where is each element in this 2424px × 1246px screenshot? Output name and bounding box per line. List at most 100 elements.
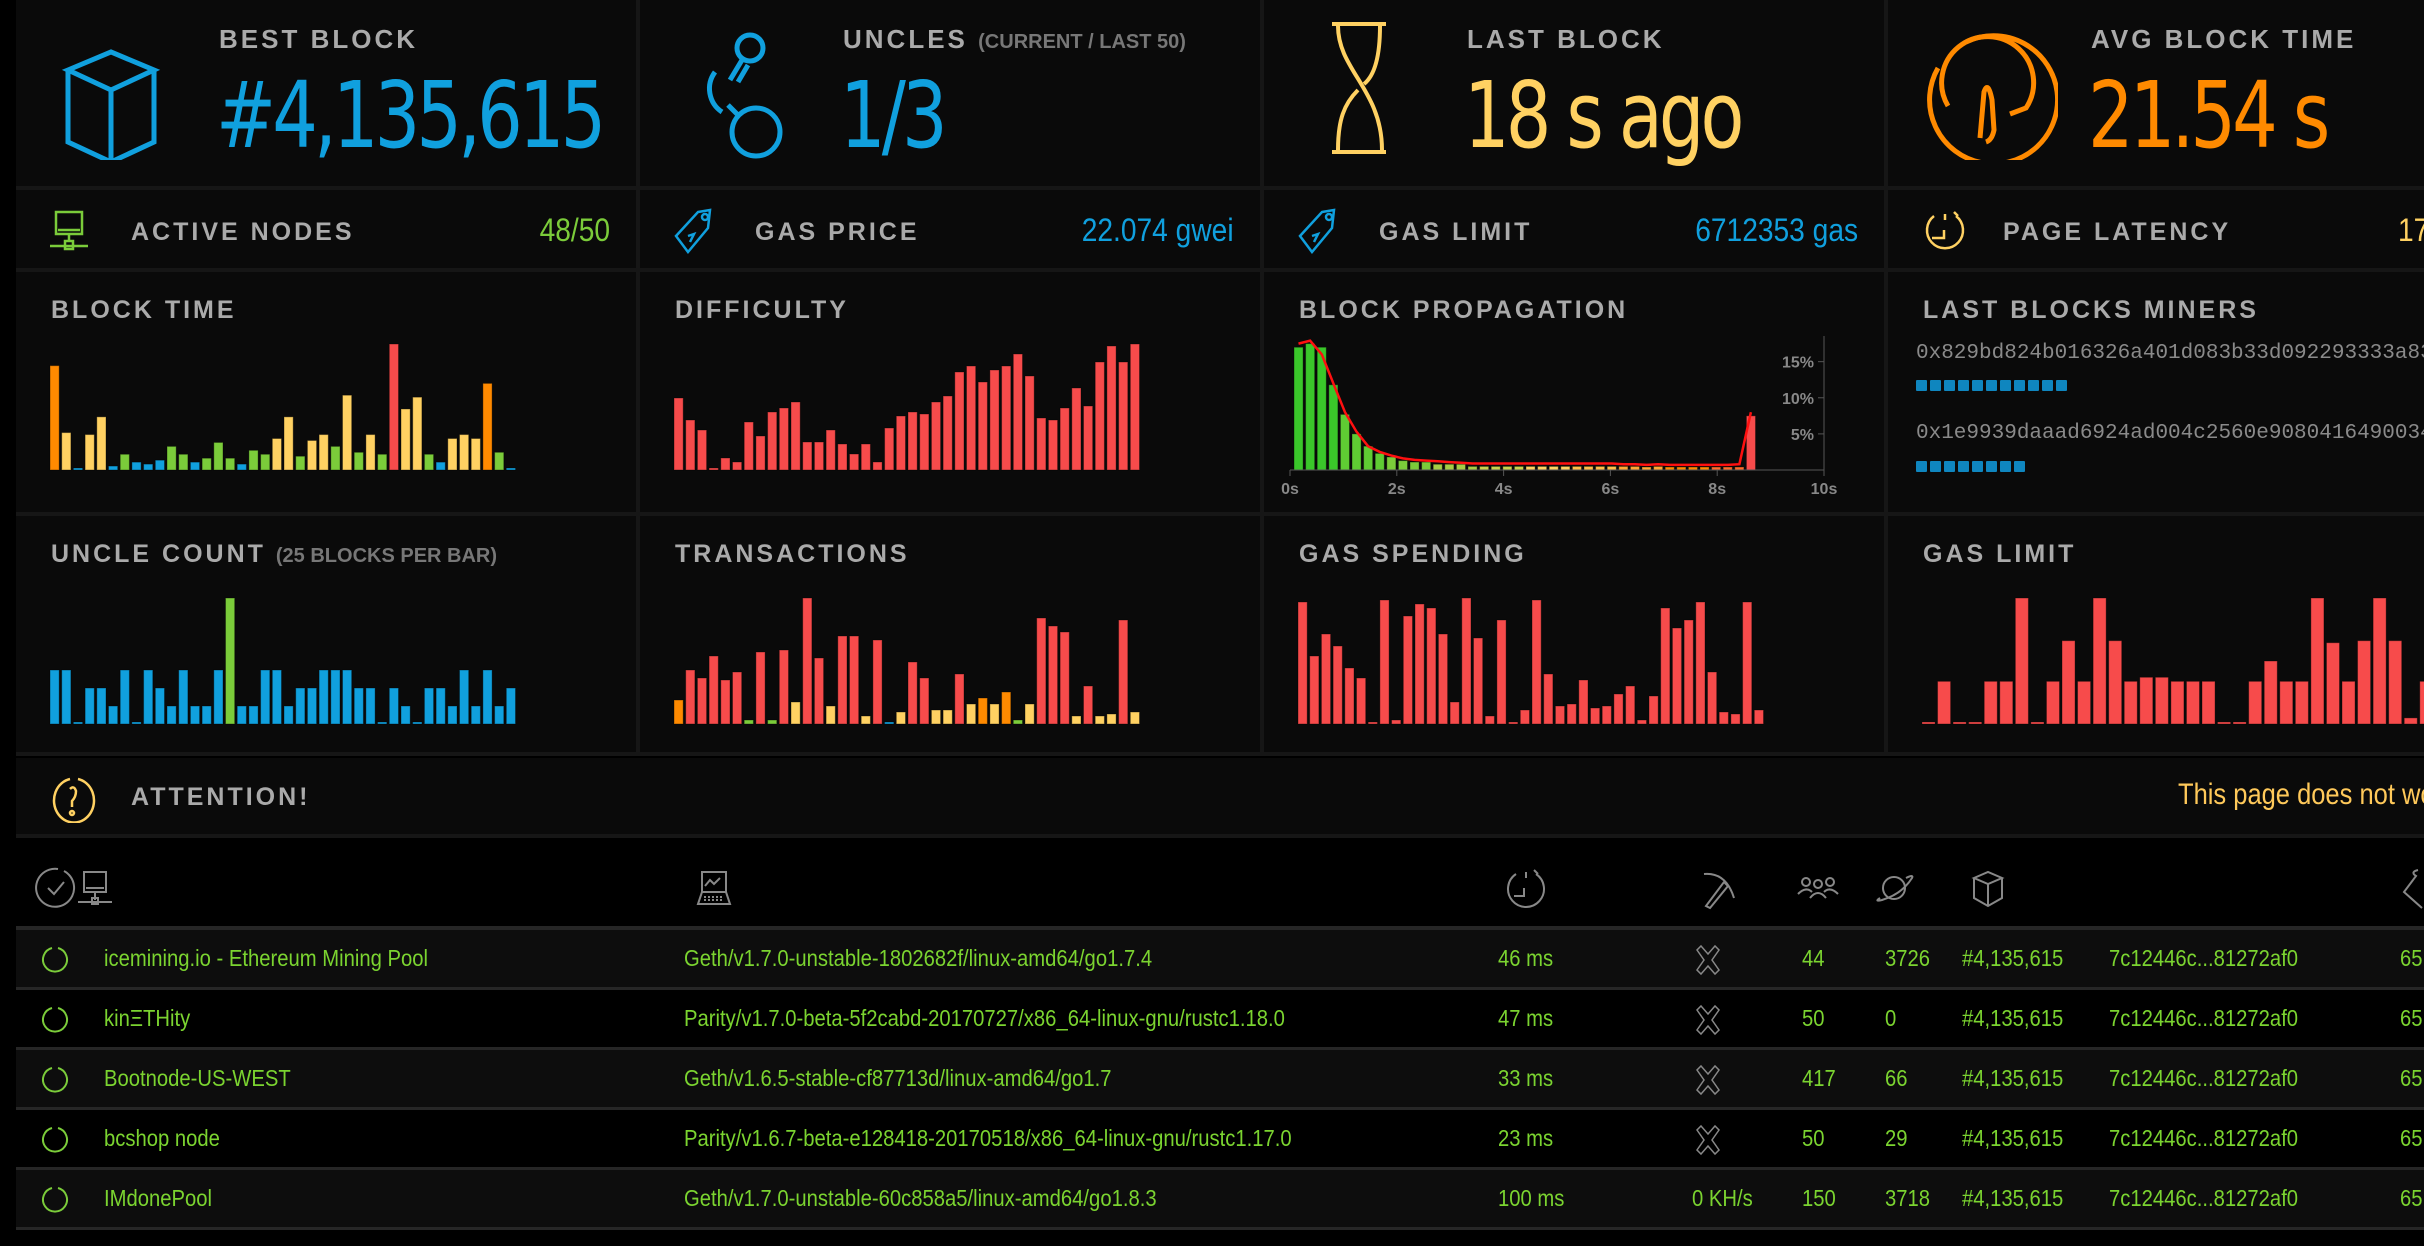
bar[interactable] xyxy=(1059,407,1070,471)
bar[interactable] xyxy=(400,408,411,471)
bar[interactable] xyxy=(1332,645,1343,725)
bar[interactable] xyxy=(154,687,166,725)
bar[interactable] xyxy=(1578,679,1589,725)
bar[interactable] xyxy=(143,463,154,471)
bar[interactable] xyxy=(919,413,930,471)
bar[interactable] xyxy=(459,434,470,471)
bar[interactable] xyxy=(482,669,493,725)
bar[interactable] xyxy=(494,705,505,725)
bar[interactable] xyxy=(400,705,411,725)
bar[interactable] xyxy=(225,597,236,725)
bar[interactable] xyxy=(459,669,470,725)
bar[interactable] xyxy=(930,709,942,725)
bar[interactable] xyxy=(977,697,988,725)
bar[interactable] xyxy=(2403,717,2418,725)
bar[interactable] xyxy=(178,669,189,725)
bar[interactable] xyxy=(1118,619,1129,725)
bar[interactable] xyxy=(930,401,942,471)
bar[interactable] xyxy=(1618,465,1629,471)
bar[interactable] xyxy=(907,661,918,725)
bar[interactable] xyxy=(271,669,282,725)
bar[interactable] xyxy=(1414,603,1425,725)
bar[interactable] xyxy=(1467,465,1478,471)
bar[interactable] xyxy=(1432,463,1443,471)
bar[interactable] xyxy=(837,635,848,725)
bar[interactable] xyxy=(860,443,871,471)
bar[interactable] xyxy=(2123,680,2138,725)
bar[interactable] xyxy=(1012,719,1023,725)
bar[interactable] xyxy=(2310,597,2325,725)
bar[interactable] xyxy=(178,453,189,471)
bar[interactable] xyxy=(201,457,212,471)
bar[interactable] xyxy=(685,419,696,471)
bar[interactable] xyxy=(342,394,353,471)
bar[interactable] xyxy=(295,455,306,471)
bar[interactable] xyxy=(295,687,306,725)
bar[interactable] xyxy=(96,687,107,725)
bar[interactable] xyxy=(1999,680,2014,725)
bar[interactable] xyxy=(1508,721,1519,725)
bar[interactable] xyxy=(884,427,895,471)
bar[interactable] xyxy=(1437,633,1449,725)
bar[interactable] xyxy=(388,343,399,471)
bar[interactable] xyxy=(166,705,177,725)
bar[interactable] xyxy=(2185,680,2201,725)
bar[interactable] xyxy=(1921,721,1936,725)
bar[interactable] xyxy=(743,719,754,725)
bar[interactable] xyxy=(942,709,953,725)
bar[interactable] xyxy=(1571,465,1582,471)
bar[interactable] xyxy=(778,407,790,471)
bar[interactable] xyxy=(708,467,719,471)
bar[interactable] xyxy=(2294,680,2309,725)
bar[interactable] xyxy=(1496,619,1507,725)
bar[interactable] xyxy=(342,669,353,725)
bar[interactable] xyxy=(119,453,130,471)
bar[interactable] xyxy=(1543,673,1554,725)
bar[interactable] xyxy=(1106,713,1117,725)
laptop-icon[interactable] xyxy=(692,866,736,910)
bar[interactable] xyxy=(1339,413,1351,471)
bar[interactable] xyxy=(61,669,72,725)
bar[interactable] xyxy=(1444,463,1455,471)
bar[interactable] xyxy=(1537,465,1548,471)
bar[interactable] xyxy=(1653,465,1664,471)
bar[interactable] xyxy=(1402,615,1414,725)
bar[interactable] xyxy=(1461,597,1472,725)
bar[interactable] xyxy=(2201,680,2216,725)
miner-address[interactable]: 0x1e9939daaad6924ad004c2560e908041649003… xyxy=(1916,422,2424,445)
node-name[interactable]: bcshop node xyxy=(104,1125,220,1152)
bar[interactable] xyxy=(1367,721,1378,725)
node-name[interactable]: kinΞTHity xyxy=(104,1005,190,1032)
bar[interactable] xyxy=(2248,680,2263,725)
stopwatch-icon[interactable] xyxy=(1502,866,1546,910)
bar[interactable] xyxy=(423,687,435,725)
bar[interactable] xyxy=(1531,599,1542,725)
bar[interactable] xyxy=(1519,709,1530,725)
bar[interactable] xyxy=(732,671,743,725)
bar[interactable] xyxy=(1024,375,1035,471)
bar[interactable] xyxy=(248,705,259,725)
bar[interactable] xyxy=(966,365,977,471)
cube-icon[interactable] xyxy=(1966,866,2010,910)
bar[interactable] xyxy=(2170,680,2185,725)
bar[interactable] xyxy=(1344,667,1355,725)
bar[interactable] xyxy=(732,461,743,471)
bar[interactable] xyxy=(1047,419,1059,471)
bar[interactable] xyxy=(919,677,930,725)
bar[interactable] xyxy=(2232,721,2247,725)
bar[interactable] xyxy=(790,701,801,725)
bar[interactable] xyxy=(1671,627,1683,725)
bar[interactable] xyxy=(1479,465,1490,471)
bar[interactable] xyxy=(825,429,836,471)
bar[interactable] xyxy=(813,441,825,471)
bar[interactable] xyxy=(884,721,895,725)
bar[interactable] xyxy=(813,657,825,725)
bar[interactable] xyxy=(1379,599,1390,725)
bar[interactable] xyxy=(283,416,294,471)
bar[interactable] xyxy=(271,438,282,471)
bar[interactable] xyxy=(790,401,801,471)
bar[interactable] xyxy=(213,669,224,725)
bar[interactable] xyxy=(1328,384,1339,471)
bar[interactable] xyxy=(447,438,458,471)
bar[interactable] xyxy=(306,439,318,471)
